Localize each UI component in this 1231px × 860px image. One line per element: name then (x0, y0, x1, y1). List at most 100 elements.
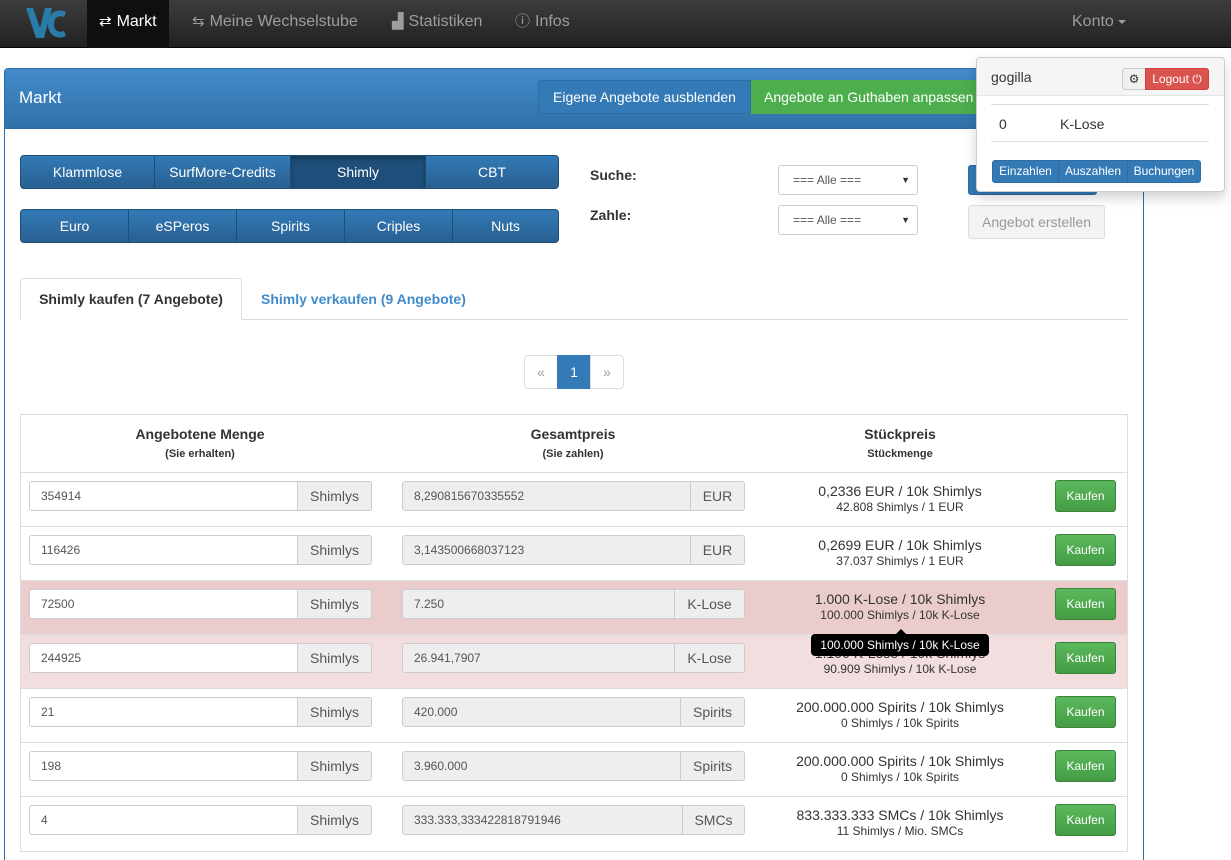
header-unit-price: Stückpreis Stückmenge (800, 426, 1000, 460)
buy-button[interactable]: Kaufen (1055, 696, 1116, 728)
nav-markt[interactable]: ⇄ Markt (87, 0, 169, 48)
unit-price-main: 1.000 K-Lose / 10k Shimlys (814, 591, 986, 607)
buy-button[interactable]: Kaufen (1055, 804, 1116, 836)
header-amount-sub: (Sie erhalten) (165, 448, 235, 460)
tab-buy-shimly[interactable]: Shimly kaufen (7 Angebote) (20, 278, 242, 320)
withdraw-button[interactable]: Auszahlen (1058, 160, 1128, 183)
info-icon: ⓘ (515, 13, 531, 30)
total-input: 3.960.000 (402, 751, 682, 781)
nav-markt-label: Markt (116, 13, 157, 30)
currency-spirits[interactable]: Spirits (236, 209, 345, 243)
top-navbar: ⇄ Markt ⇆ Meine Wechselstube ▟ Statistiken … (0, 0, 1231, 48)
pagination-next[interactable]: » (590, 355, 624, 389)
currency-euro[interactable]: Euro (20, 209, 129, 243)
username: gogilla (991, 69, 1032, 85)
unit-price-sub: 11 Shimlys / Mio. SMCs (836, 824, 964, 838)
total-input: 333.333,333422818791946 (402, 805, 684, 835)
buy-button[interactable]: Kaufen (1055, 750, 1116, 782)
unit-price-sub: 0 Shimlys / 10k Spirits (840, 770, 960, 784)
buy-button[interactable]: Kaufen (1055, 480, 1116, 512)
amount-input[interactable]: 354914 (29, 481, 298, 511)
pagination-prev[interactable]: « (524, 355, 558, 389)
balance-amount: 0 (999, 116, 1007, 132)
amount-input[interactable]: 21 (29, 697, 298, 727)
pagination-page-1[interactable]: 1 (557, 355, 591, 389)
pay-select[interactable]: === Alle === ▼ (778, 205, 918, 235)
unit-price-main: 833.333.333 SMCs / 10k Shimlys (796, 807, 1004, 823)
nav-statistiken-label: Statistiken (408, 13, 483, 30)
account-label: Konto (1072, 13, 1114, 30)
hide-own-offers-button[interactable]: Eigene Angebote ausblenden (538, 80, 751, 114)
nav-statistiken[interactable]: ▟ Statistiken (380, 0, 494, 48)
total-input: 420.000 (402, 697, 682, 727)
currency-esperos[interactable]: eSPeros (128, 209, 237, 243)
currency-cbt[interactable]: CBT (425, 155, 559, 189)
currency-nuts[interactable]: Nuts (452, 209, 559, 243)
amount-input[interactable]: 198 (29, 751, 298, 781)
gear-icon: ⚙ (1128, 72, 1140, 86)
unit-price-main: 200.000.000 Spirits / 10k Shimlys (796, 753, 1004, 769)
amount-unit: Shimlys (297, 643, 372, 673)
select-arrow-icon: ▼ (901, 215, 910, 225)
amount-unit: Shimlys (297, 481, 372, 511)
amount-input[interactable]: 116426 (29, 535, 298, 565)
settings-gear-button[interactable]: ⚙ (1122, 68, 1146, 90)
buy-button[interactable]: Kaufen (1055, 642, 1116, 674)
header-total-sub: (Sie zahlen) (542, 448, 604, 460)
account-dropdown: gogilla ⚙ Logout ⏻ 0 K-Lose Einzahlen Au… (976, 57, 1225, 192)
search-select[interactable]: === Alle === ▼ (778, 165, 918, 195)
adjust-offers-button[interactable]: Angebote an Guthaben anpassen (751, 80, 991, 114)
transfer-icon: ⇆ (192, 13, 205, 30)
power-icon: ⏻ (1192, 72, 1202, 86)
pay-label: Zahle: (590, 207, 632, 223)
unit-price-main: 0,2699 EUR / 10k Shimlys (818, 537, 982, 553)
amount-unit: Shimlys (297, 535, 372, 565)
create-offer-button[interactable]: Angebot erstellen (968, 205, 1105, 239)
currency-criples[interactable]: Criples (344, 209, 453, 243)
buy-button[interactable]: Kaufen (1055, 534, 1116, 566)
amount-input[interactable]: 4 (29, 805, 298, 835)
header-total: Gesamtpreis (Sie zahlen) (473, 426, 673, 460)
amount-unit: Shimlys (297, 805, 372, 835)
amount-unit: Shimlys (297, 751, 372, 781)
total-currency: Spirits (680, 697, 745, 727)
amount-unit: Shimlys (297, 697, 372, 727)
total-currency: K-Lose (674, 643, 745, 673)
unit-price: 200.000.000 Spirits / 10k Shimlys 0 Shim… (770, 699, 1030, 730)
total-input: 8,290815670335552 (402, 481, 692, 511)
amount-input[interactable]: 244925 (29, 643, 298, 673)
amount-input[interactable]: 72500 (29, 589, 298, 619)
logout-button[interactable]: Logout ⏻ (1145, 68, 1209, 90)
unit-price: 0,2336 EUR / 10k Shimlys 42.808 Shimlys … (770, 483, 1030, 514)
nav-wechselstube[interactable]: ⇆ Meine Wechselstube (180, 0, 370, 48)
deposit-button[interactable]: Einzahlen (992, 160, 1059, 183)
currency-klammlose[interactable]: Klammlose (20, 155, 155, 189)
account-menu-toggle[interactable]: Konto (1060, 0, 1138, 44)
unit-price: 200.000.000 Spirits / 10k Shimlys 0 Shim… (770, 753, 1030, 784)
currency-shimly[interactable]: Shimly (290, 155, 426, 189)
total-currency: Spirits (680, 751, 745, 781)
unit-price-sub: 0 Shimlys / 10k Spirits (840, 716, 960, 730)
site-logo[interactable] (22, 4, 68, 42)
buy-button[interactable]: Kaufen (1055, 588, 1116, 620)
tab-sell-shimly[interactable]: Shimly verkaufen (9 Angebote) (248, 278, 488, 320)
unit-price: 833.333.333 SMCs / 10k Shimlys 11 Shimly… (770, 807, 1030, 838)
caret-down-icon (1117, 19, 1126, 24)
total-input: 7.250 (402, 589, 676, 619)
total-currency: EUR (690, 535, 745, 565)
header-total-title: Gesamtpreis (530, 426, 616, 442)
balance-currency: K-Lose (1060, 116, 1105, 132)
divider (991, 104, 1209, 105)
panel-title: Markt (19, 88, 62, 107)
retweet-icon: ⇄ (99, 13, 112, 30)
currency-surfmore[interactable]: SurfMore-Credits (154, 155, 291, 189)
total-input: 26.941,7907 (402, 643, 676, 673)
header-amount: Angebotene Menge (Sie erhalten) (100, 426, 300, 460)
total-currency: EUR (690, 481, 745, 511)
header-unit-price-title: Stückpreis (864, 426, 936, 442)
panel-header: Markt Eigene Angebote ausblenden Angebot… (5, 69, 1143, 129)
unit-price-main: 200.000.000 Spirits / 10k Shimlys (796, 699, 1004, 715)
bookings-button[interactable]: Buchungen (1127, 160, 1201, 183)
nav-infos[interactable]: ⓘ Infos (503, 0, 582, 48)
unit-price-main: 0,2336 EUR / 10k Shimlys (818, 483, 982, 499)
